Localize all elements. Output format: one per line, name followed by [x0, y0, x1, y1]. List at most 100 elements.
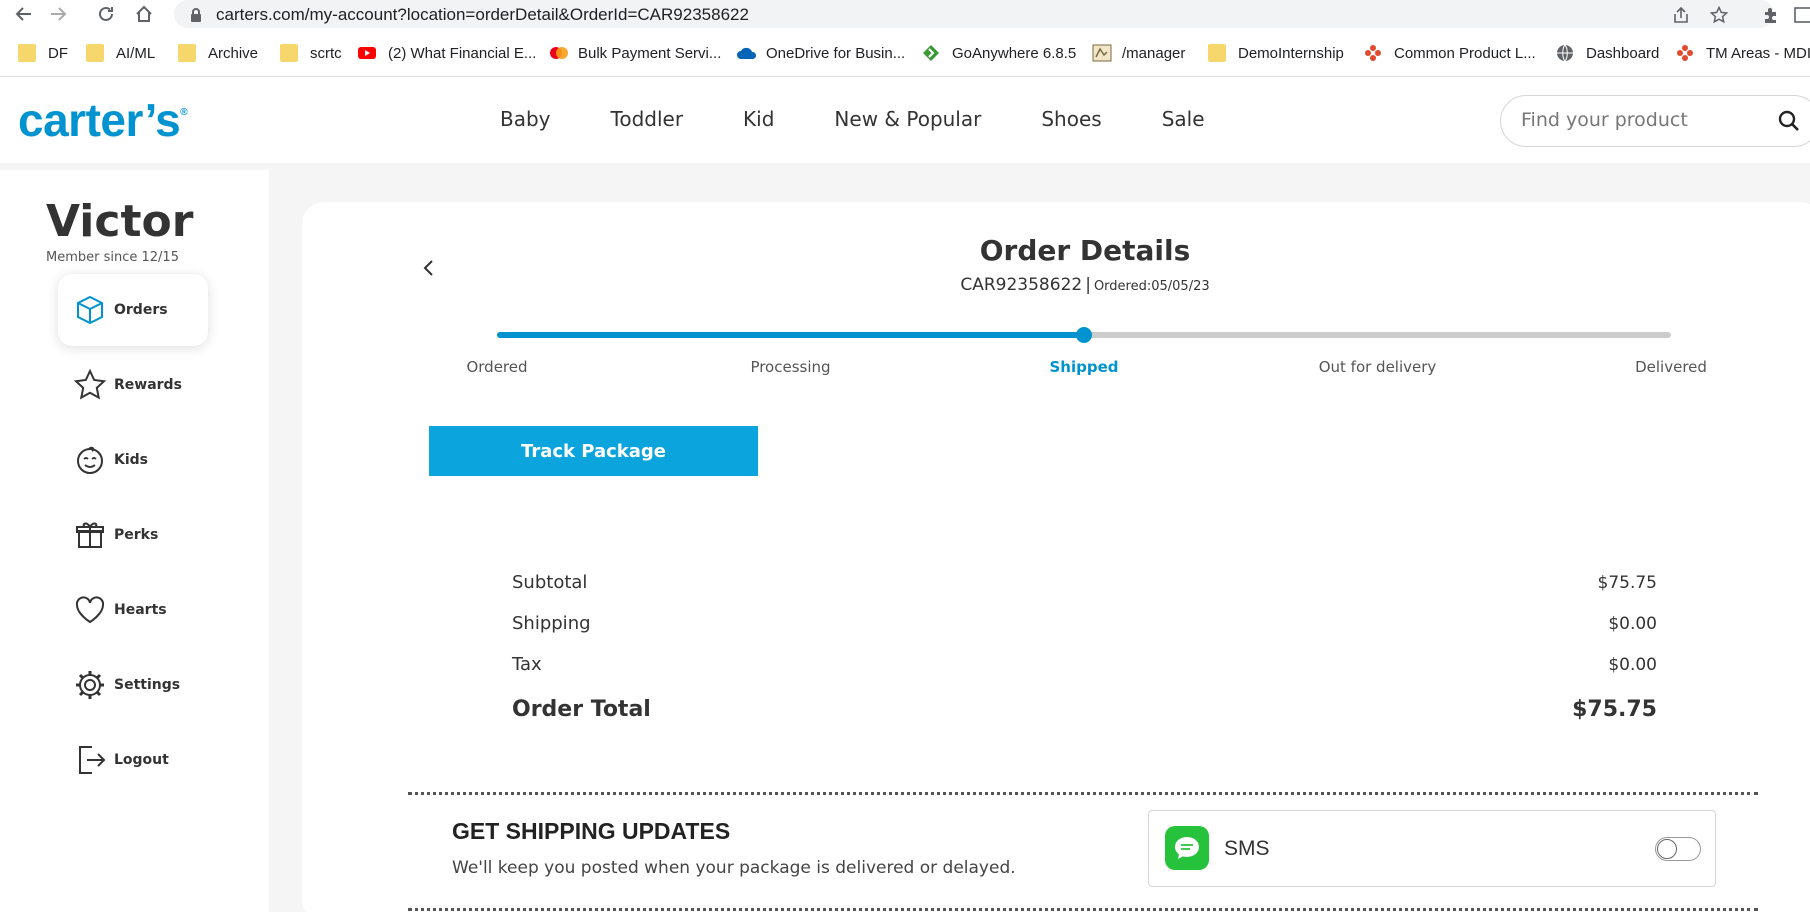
- sms-label: SMS: [1224, 837, 1270, 860]
- section-divider: [408, 792, 1758, 795]
- home-icon[interactable]: [132, 2, 156, 26]
- toggle-knob: [1657, 839, 1677, 859]
- sidebar-item-label: Rewards: [114, 377, 182, 393]
- search-icon[interactable]: [1777, 109, 1801, 137]
- share-icon[interactable]: [1670, 4, 1692, 26]
- lock-icon: [190, 7, 202, 26]
- bookmark-bulk-payment[interactable]: Bulk Payment Servi...: [548, 39, 721, 67]
- user-name: Victor: [46, 196, 194, 247]
- url-text[interactable]: carters.com/my-account?location=orderDet…: [216, 5, 749, 25]
- nav-sale[interactable]: Sale: [1162, 107, 1205, 131]
- bookmark-df[interactable]: DF: [18, 39, 68, 67]
- bookmark-youtube[interactable]: (2) What Financial E...: [358, 39, 536, 67]
- nav-shoes[interactable]: Shoes: [1041, 107, 1101, 131]
- order-meta: CAR92358622 | Ordered:05/05/23: [860, 275, 1310, 295]
- step-delivered: Delivered: [1635, 358, 1707, 376]
- sidebar-item-label: Hearts: [114, 602, 167, 618]
- bookmark-archive[interactable]: Archive: [178, 39, 258, 67]
- folder-icon: [86, 44, 104, 62]
- summary-row-tax: Tax $0.00: [512, 654, 1657, 675]
- summary-value: $0.00: [1608, 613, 1657, 634]
- site-header: carter’s® Baby Toddler Kid New & Popular…: [0, 77, 1810, 163]
- nav-toddler[interactable]: Toddler: [611, 107, 684, 131]
- step-processing: Processing: [750, 358, 831, 376]
- sidebar-item-settings[interactable]: Settings: [58, 649, 208, 721]
- sidebar-item-rewards[interactable]: Rewards: [58, 349, 208, 421]
- sidebar-item-hearts[interactable]: Hearts: [58, 574, 208, 646]
- onedrive-icon: [736, 44, 757, 62]
- address-bar[interactable]: carters.com/my-account?location=orderDet…: [174, 0, 1774, 28]
- step-ordered: Ordered: [466, 358, 528, 376]
- youtube-icon: [358, 44, 376, 62]
- order-id: CAR92358622: [960, 275, 1083, 295]
- baby-face-icon: [72, 442, 108, 478]
- carters-logo[interactable]: carter’s®: [18, 93, 188, 147]
- search-input[interactable]: [1521, 109, 1751, 131]
- sidebar-item-orders[interactable]: Orders: [58, 274, 208, 346]
- order-meta-separator: |: [1085, 275, 1091, 295]
- summary-label: Shipping: [512, 613, 591, 634]
- bookmark-manager[interactable]: /manager: [1092, 39, 1185, 67]
- product-search: [1500, 95, 1810, 147]
- sidebar-item-label: Kids: [114, 452, 149, 468]
- tomcat-icon: [1092, 44, 1112, 62]
- account-sidebar: Victor Member since 12/15 Orders Rewards…: [0, 170, 269, 912]
- bookmark-dashboard[interactable]: Dashboard: [1556, 39, 1659, 67]
- step-out-for-delivery: Out for delivery: [1318, 358, 1437, 376]
- back-arrow-icon[interactable]: [12, 2, 36, 26]
- star-icon: [72, 367, 108, 403]
- box-icon: [72, 292, 108, 328]
- bookmark-onedrive[interactable]: OneDrive for Busin...: [736, 39, 905, 67]
- summary-row-shipping: Shipping $0.00: [512, 613, 1657, 634]
- forward-arrow-icon[interactable]: [46, 2, 70, 26]
- folder-icon: [178, 44, 196, 62]
- summary-row-order-total: Order Total $75.75: [512, 697, 1657, 722]
- summary-label: Subtotal: [512, 572, 588, 593]
- flower-icon: [1676, 44, 1694, 62]
- browser-toolbar: carters.com/my-account?location=orderDet…: [0, 0, 1810, 28]
- side-panel-icon[interactable]: [1792, 4, 1810, 26]
- sidebar-item-label: Settings: [114, 677, 181, 693]
- folder-icon: [280, 44, 298, 62]
- sms-updates-option: SMS: [1148, 810, 1716, 887]
- sidebar-item-logout[interactable]: Logout: [58, 724, 208, 796]
- folder-icon: [1208, 44, 1226, 62]
- gift-icon: [72, 517, 108, 553]
- reload-icon[interactable]: [94, 2, 118, 26]
- bookmark-demointernship[interactable]: DemoInternship: [1208, 39, 1344, 67]
- track-package-button[interactable]: Track Package: [429, 426, 758, 476]
- mastercard-icon: [548, 44, 568, 62]
- order-progress-track: [497, 327, 1671, 343]
- nav-baby[interactable]: Baby: [500, 107, 551, 131]
- flower-icon: [1364, 44, 1382, 62]
- page-title: Order Details: [979, 234, 1191, 267]
- bookmark-goanywhere[interactable]: GoAnywhere 6.8.5: [922, 39, 1076, 67]
- globe-icon: [1556, 44, 1574, 62]
- gear-icon: [72, 667, 108, 703]
- bookmark-scrtc[interactable]: scrtc: [280, 39, 342, 67]
- heart-icon: [72, 592, 108, 628]
- bookmark-tm-areas[interactable]: TM Areas - MDI: [1676, 39, 1810, 67]
- sidebar-item-perks[interactable]: Perks: [58, 499, 208, 571]
- bookmark-aiml[interactable]: AI/ML: [86, 39, 155, 67]
- step-shipped: Shipped: [1049, 358, 1119, 376]
- order-progress-fill: [497, 332, 1084, 338]
- sidebar-item-kids[interactable]: Kids: [58, 424, 208, 496]
- back-chevron-icon[interactable]: [418, 256, 438, 280]
- nav-new-popular[interactable]: New & Popular: [834, 107, 981, 131]
- summary-label: Order Total: [512, 697, 651, 722]
- folder-icon: [18, 44, 36, 62]
- extensions-icon[interactable]: [1760, 4, 1782, 26]
- summary-row-subtotal: Subtotal $75.75: [512, 572, 1657, 593]
- summary-label: Tax: [512, 654, 542, 675]
- bookmark-common-product[interactable]: Common Product L...: [1364, 39, 1536, 67]
- summary-value: $0.00: [1608, 654, 1657, 675]
- main-nav: Baby Toddler Kid New & Popular Shoes Sal…: [500, 107, 1265, 131]
- nav-kid[interactable]: Kid: [743, 107, 774, 131]
- shipping-updates-description: We'll keep you posted when your package …: [452, 858, 1016, 878]
- goanywhere-icon: [922, 44, 940, 62]
- bookmark-star-icon[interactable]: [1708, 4, 1730, 26]
- member-since: Member since 12/15: [46, 250, 179, 265]
- summary-value: $75.75: [1572, 697, 1657, 722]
- sms-toggle[interactable]: [1655, 837, 1701, 861]
